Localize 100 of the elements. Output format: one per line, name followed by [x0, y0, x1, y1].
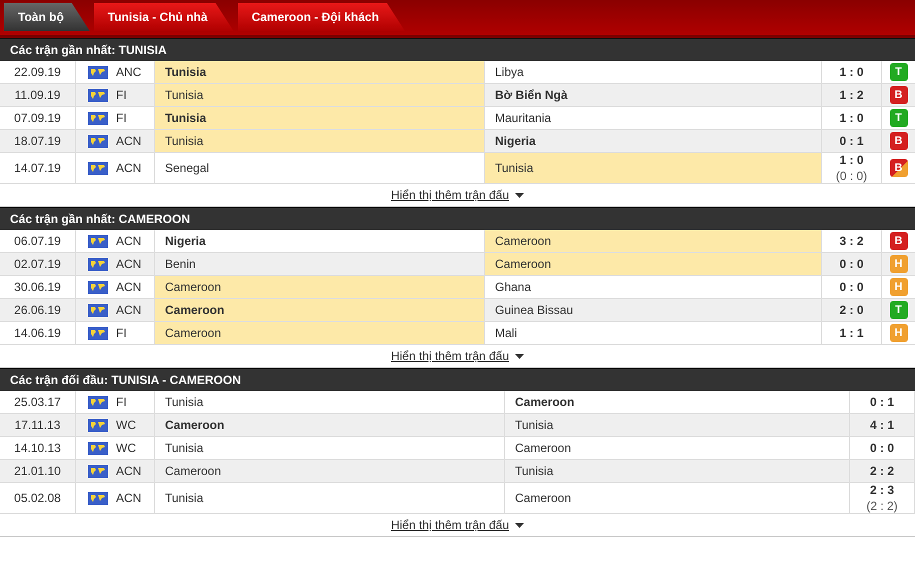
flag-icon	[88, 162, 108, 174]
team-cell: Bờ Biển Ngà	[485, 84, 822, 106]
team-cell: Cameroon	[485, 253, 822, 275]
flag-icon	[88, 442, 108, 454]
date-cell: 26.06.19	[0, 299, 76, 321]
score: 1 : 0	[839, 111, 864, 125]
section-header: Các trận gần nhất: TUNISIA	[0, 38, 915, 61]
score: 1 : 0	[839, 153, 864, 167]
team-cell: Libya	[485, 61, 822, 83]
league-code: FI	[116, 111, 127, 125]
league-code: FI	[116, 88, 127, 102]
date-cell: 14.10.13	[0, 437, 76, 459]
team-cell: Tunisia	[155, 483, 505, 513]
flag-icon	[88, 280, 108, 294]
result-badge: T	[890, 301, 908, 319]
caret-icon	[515, 522, 524, 528]
flag-icon	[88, 234, 108, 248]
flag-icon	[88, 66, 108, 78]
date-cell: 21.01.10	[0, 460, 76, 482]
flag-icon	[88, 134, 108, 148]
team-cell: Mali	[485, 322, 822, 344]
date-cell: 07.09.19	[0, 107, 76, 129]
league-code: FI	[116, 326, 127, 340]
league-code: ACN	[116, 303, 142, 317]
result-badge: B	[890, 159, 908, 177]
league-code: ACN	[116, 491, 142, 505]
league-code: ANC	[116, 65, 142, 79]
league-code: ACN	[116, 257, 142, 271]
flag-icon	[88, 112, 108, 124]
league-code: WC	[116, 418, 136, 432]
flag-icon	[88, 396, 108, 408]
team-cell: Tunisia	[505, 460, 850, 482]
show-more-link[interactable]: Hiển thị thêm trận đấu	[390, 518, 510, 532]
tab[interactable]: Toàn bộ	[4, 3, 90, 31]
result-badge: T	[890, 109, 908, 127]
team-cell: Cameroon	[155, 322, 485, 344]
result-badge: B	[890, 86, 908, 104]
team-cell: Cameroon	[505, 483, 850, 513]
score: 0 : 1	[839, 134, 864, 148]
team-cell: Cameroon	[155, 460, 505, 482]
date-cell: 14.07.19	[0, 153, 76, 183]
result-badge: H	[890, 278, 908, 296]
result-badge: H	[890, 255, 908, 273]
date-cell: 18.07.19	[0, 130, 76, 152]
team-cell: Ghana	[485, 276, 822, 298]
halftime-score: (0 : 0)	[836, 169, 868, 183]
date-cell: 05.02.08	[0, 483, 76, 513]
date-cell: 25.03.17	[0, 391, 76, 413]
date-cell: 14.06.19	[0, 322, 76, 344]
result-badge: H	[890, 324, 908, 342]
flag-icon	[88, 88, 108, 102]
score: 2 : 2	[870, 464, 894, 478]
flag-icon	[88, 464, 108, 478]
team-cell: Tunisia	[155, 61, 485, 83]
team-cell: Mauritania	[485, 107, 822, 129]
team-cell: Tunisia	[155, 391, 505, 413]
tab[interactable]: Tunisia - Chủ nhà	[94, 3, 234, 31]
score: 2 : 3	[870, 483, 894, 497]
score: 2 : 0	[839, 303, 864, 317]
caret-icon	[515, 354, 524, 358]
halftime-score: (2 : 2)	[866, 499, 898, 513]
team-cell: Tunisia	[155, 130, 485, 152]
team-cell: Tunisia	[505, 414, 850, 436]
tab[interactable]: Cameroon - Đội khách	[238, 3, 405, 31]
date-cell: 06.07.19	[0, 230, 76, 252]
team-cell: Cameroon	[155, 414, 505, 436]
caret-icon	[515, 192, 524, 198]
show-more-link[interactable]: Hiển thị thêm trận đấu	[390, 349, 510, 363]
league-code: ACN	[116, 280, 142, 294]
date-cell: 30.06.19	[0, 276, 76, 298]
league-code: ACN	[116, 234, 142, 248]
flag-icon	[88, 418, 108, 432]
team-cell: Cameroon	[155, 276, 485, 298]
section-header: Các trận gần nhất: CAMEROON	[0, 207, 915, 230]
result-badge: B	[890, 132, 908, 150]
date-cell: 22.09.19	[0, 61, 76, 83]
team-cell: Cameroon	[485, 230, 822, 252]
score: 3 : 2	[839, 234, 864, 248]
date-cell: 11.09.19	[0, 84, 76, 106]
flag-icon	[88, 492, 108, 504]
team-cell: Nigeria	[485, 130, 822, 152]
date-cell: 17.11.13	[0, 414, 76, 436]
flag-icon	[88, 304, 108, 316]
flag-icon	[88, 258, 108, 270]
show-more-link[interactable]: Hiển thị thêm trận đấu	[390, 188, 510, 202]
score: 0 : 0	[870, 441, 894, 455]
result-badge: B	[890, 232, 908, 250]
league-code: FI	[116, 395, 127, 409]
score: 0 : 0	[839, 280, 864, 294]
team-cell: Tunisia	[155, 107, 485, 129]
team-cell: Cameroon	[155, 299, 485, 321]
score: 0 : 0	[839, 257, 864, 271]
team-cell: Guinea Bissau	[485, 299, 822, 321]
score: 4 : 1	[870, 418, 894, 432]
result-badge: T	[890, 63, 908, 81]
flag-icon	[88, 326, 108, 340]
league-code: ACN	[116, 134, 142, 148]
team-cell: Tunisia	[155, 437, 505, 459]
league-code: WC	[116, 441, 136, 455]
team-cell: Cameroon	[505, 391, 850, 413]
